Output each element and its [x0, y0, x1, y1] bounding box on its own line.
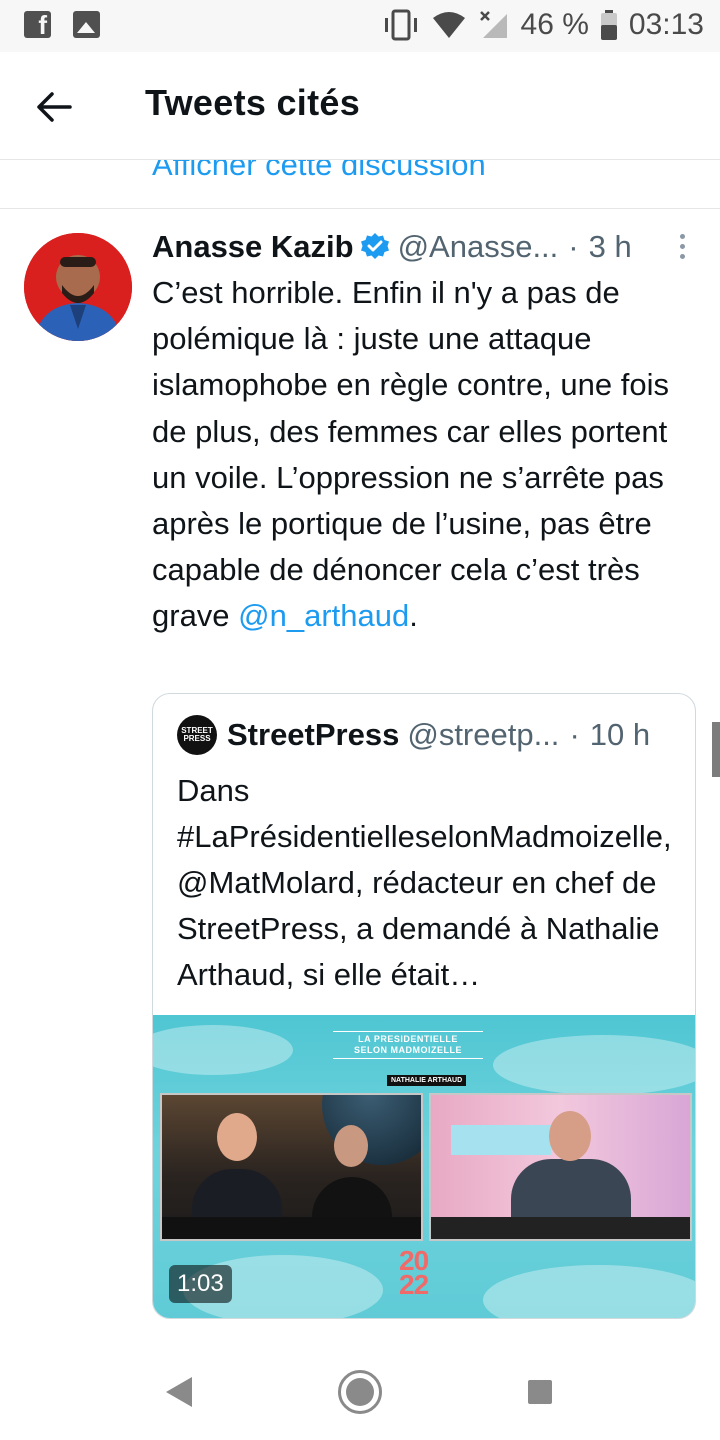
cloud — [483, 1265, 695, 1318]
more-options-icon[interactable] — [680, 234, 686, 260]
person-head — [217, 1113, 257, 1161]
clock: 03:13 — [628, 8, 704, 41]
avatar-photo — [24, 233, 132, 341]
video-duration-badge: 1:03 — [169, 1265, 232, 1303]
video-subtitle: NATHALIE ARTHAUD — [387, 1075, 467, 1086]
logo-text-line2: PRESS — [183, 734, 211, 743]
separator-dot: · — [568, 229, 579, 264]
notification-icons — [24, 10, 100, 41]
desk — [431, 1217, 690, 1239]
streetpress-logo-icon: STREET PRESS — [177, 715, 217, 755]
quoted-tweet-card[interactable]: STREET PRESS StreetPress @streetp... · 1… — [152, 693, 696, 1319]
battery-icon — [600, 10, 617, 40]
signal-off-icon — [479, 11, 507, 38]
quoted-author-handle[interactable]: @streetp... — [407, 717, 559, 753]
arrow-left-icon — [37, 92, 72, 122]
tweet-text-end: . — [409, 598, 418, 634]
video-title-line1: LA PRESIDENTIELLE — [358, 1034, 458, 1044]
nav-back-icon[interactable] — [166, 1377, 192, 1407]
quoted-tweet-time[interactable]: 10 h — [590, 717, 650, 753]
avatar[interactable] — [24, 233, 132, 341]
author-handle[interactable]: @Anasse... — [398, 229, 559, 265]
person-head — [334, 1125, 368, 1167]
divider — [0, 208, 720, 209]
tweet-body: C’est horrible. Enfin il n'y a pas de po… — [152, 275, 669, 634]
tweet-time[interactable]: 3 h — [589, 229, 632, 265]
app-bar-overlay: Tweets cités — [0, 52, 720, 160]
video-frame-left — [160, 1093, 423, 1241]
quoted-tweet-header: STREET PRESS StreetPress @streetp... · 1… — [177, 714, 687, 756]
video-title-graphic: LA PRESIDENTIELLE SELON MADMOIZELLE — [333, 1031, 483, 1059]
verified-badge-icon — [360, 233, 389, 259]
status-bar: 46 % 03:13 — [0, 0, 720, 52]
nav-recents-icon[interactable] — [528, 1380, 552, 1404]
system-icons: 46 % 03:13 — [383, 8, 704, 42]
person-head — [549, 1111, 591, 1161]
system-nav-bar — [0, 1340, 720, 1440]
battery-percent: 46 % — [520, 8, 589, 41]
shelf-decor — [451, 1125, 551, 1155]
nav-home-icon[interactable] — [338, 1370, 382, 1414]
cloud — [153, 1025, 293, 1075]
author-name[interactable]: Anasse Kazib — [152, 229, 354, 265]
video-title-line2: SELON MADMOIZELLE — [354, 1045, 462, 1055]
year-bottom: 22 — [399, 1269, 429, 1300]
video-thumbnail[interactable]: LA PRESIDENTIELLE SELON MADMOIZELLE NATH… — [153, 1015, 695, 1318]
quoted-separator-dot: · — [569, 717, 580, 752]
desk — [162, 1217, 421, 1239]
tweet-header: Anasse Kazib @Anasse... · 3 h — [152, 226, 692, 268]
quoted-author-name[interactable]: StreetPress — [227, 717, 399, 753]
gallery-icon — [73, 11, 100, 38]
scrollbar[interactable] — [712, 722, 720, 777]
wifi-icon — [432, 12, 465, 38]
mention-link[interactable]: @n_arthaud — [238, 598, 409, 633]
year-logo: 20 22 — [399, 1247, 429, 1300]
quoted-tweet-text: Dans #LaPrésidentielleselonMadmoizelle, … — [177, 773, 672, 992]
tweet-text: C’est horrible. Enfin il n'y a pas de po… — [152, 270, 697, 640]
back-button-overlay[interactable] — [30, 82, 80, 132]
video-frame-right — [429, 1093, 692, 1241]
cloud — [493, 1035, 695, 1095]
facebook-icon — [24, 10, 51, 41]
page-title-overlay: Tweets cités — [145, 82, 361, 123]
vibrate-icon — [384, 9, 417, 41]
